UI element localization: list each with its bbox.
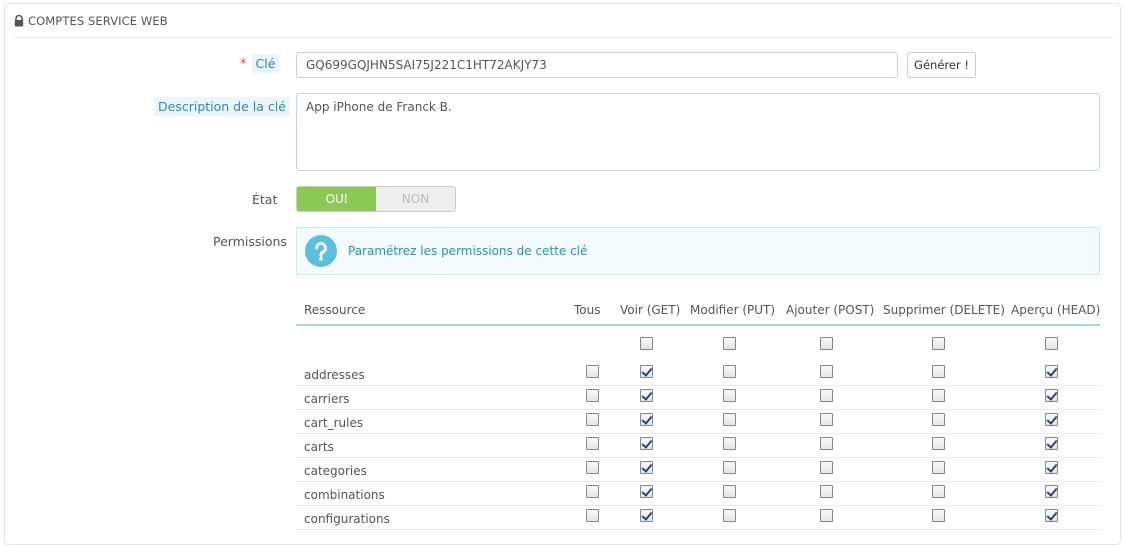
permission-delete-checkbox[interactable]: [932, 413, 945, 426]
permission-post-checkbox[interactable]: [820, 437, 833, 450]
permission-all-checkbox[interactable]: [586, 437, 599, 450]
resource-name: combinations: [304, 488, 385, 502]
permission-put-checkbox[interactable]: [723, 413, 736, 426]
permission-post-checkbox[interactable]: [820, 389, 833, 402]
permission-head-checkbox[interactable]: [1045, 461, 1058, 474]
permission-get-checkbox[interactable]: [640, 485, 653, 498]
resource-name: categories: [304, 464, 367, 478]
table-row: combinations: [296, 482, 1100, 506]
permissions-label: Permissions: [213, 234, 287, 249]
lock-icon: [14, 14, 24, 26]
col-put: Modifier (PUT): [690, 303, 776, 317]
resource-name: addresses: [304, 368, 365, 382]
permission-all-checkbox[interactable]: [586, 365, 599, 378]
permission-all-checkbox[interactable]: [586, 461, 599, 474]
state-switch[interactable]: OUI NON: [296, 186, 456, 212]
key-label-wrap: * Clé: [240, 54, 280, 73]
generate-button[interactable]: Générer !: [907, 52, 976, 78]
permission-delete-checkbox[interactable]: [932, 485, 945, 498]
key-label: Clé: [251, 54, 280, 73]
permission-post-checkbox[interactable]: [820, 365, 833, 378]
description-label-wrap: Description de la clé: [154, 97, 290, 116]
permission-post-checkbox[interactable]: [820, 461, 833, 474]
permission-delete-checkbox[interactable]: [932, 389, 945, 402]
permission-all-checkbox[interactable]: [586, 389, 599, 402]
select-all-put-checkbox[interactable]: [723, 337, 736, 350]
permission-put-checkbox[interactable]: [723, 461, 736, 474]
select-all-post-checkbox[interactable]: [820, 337, 833, 350]
permission-post-checkbox[interactable]: [820, 413, 833, 426]
description-value: App iPhone de Franck B.: [306, 100, 452, 114]
col-get: Voir (GET): [620, 303, 681, 317]
permissions-table-header: Ressource Tous Voir (GET) Modifier (PUT)…: [296, 294, 1100, 326]
permissions-help-text: Paramétrez les permissions de cette clé: [348, 244, 588, 258]
description-label: Description de la clé: [154, 97, 290, 116]
permission-delete-checkbox[interactable]: [932, 437, 945, 450]
permission-put-checkbox[interactable]: [723, 485, 736, 498]
state-on-option[interactable]: OUI: [297, 187, 376, 211]
permission-get-checkbox[interactable]: [640, 389, 653, 402]
panel-heading: COMPTES SERVICE WEB: [13, 4, 1113, 38]
col-resource: Ressource: [304, 303, 366, 317]
permission-put-checkbox[interactable]: [723, 365, 736, 378]
col-head: Aperçu (HEAD): [1011, 303, 1101, 317]
permission-get-checkbox[interactable]: [640, 365, 653, 378]
permission-get-checkbox[interactable]: [640, 413, 653, 426]
permission-head-checkbox[interactable]: [1045, 437, 1058, 450]
description-textarea[interactable]: App iPhone de Franck B.: [296, 93, 1100, 171]
table-row: categories: [296, 458, 1100, 482]
state-off-option[interactable]: NON: [376, 187, 455, 211]
resource-name: carriers: [304, 392, 350, 406]
permission-head-checkbox[interactable]: [1045, 389, 1058, 402]
permission-delete-checkbox[interactable]: [932, 509, 945, 522]
col-all: Tous: [574, 303, 601, 317]
select-all-head-checkbox[interactable]: [1045, 337, 1058, 350]
permission-post-checkbox[interactable]: [820, 509, 833, 522]
permission-head-checkbox[interactable]: [1045, 509, 1058, 522]
permissions-help-alert: Paramétrez les permissions de cette clé: [296, 227, 1100, 275]
question-icon: [305, 235, 337, 267]
permission-all-checkbox[interactable]: [586, 485, 599, 498]
col-post: Ajouter (POST): [786, 303, 875, 317]
permission-get-checkbox[interactable]: [640, 509, 653, 522]
table-row: cart_rules: [296, 410, 1100, 434]
permission-post-checkbox[interactable]: [820, 485, 833, 498]
permission-get-checkbox[interactable]: [640, 437, 653, 450]
permission-head-checkbox[interactable]: [1045, 485, 1058, 498]
state-label: État: [252, 192, 278, 207]
select-all-delete-checkbox[interactable]: [932, 337, 945, 350]
permission-put-checkbox[interactable]: [723, 389, 736, 402]
permission-get-checkbox[interactable]: [640, 461, 653, 474]
permission-put-checkbox[interactable]: [723, 437, 736, 450]
permission-delete-checkbox[interactable]: [932, 365, 945, 378]
select-all-get-checkbox[interactable]: [640, 337, 653, 350]
permission-delete-checkbox[interactable]: [932, 461, 945, 474]
permission-all-checkbox[interactable]: [586, 509, 599, 522]
required-marker: *: [240, 57, 247, 72]
table-row: carts: [296, 434, 1100, 458]
table-row: configurations: [296, 506, 1100, 530]
col-delete: Supprimer (DELETE): [883, 303, 1005, 317]
permission-all-checkbox[interactable]: [586, 413, 599, 426]
resource-name: cart_rules: [304, 416, 364, 430]
table-row: carriers: [296, 386, 1100, 410]
panel-title: COMPTES SERVICE WEB: [28, 13, 168, 28]
table-row: addresses: [296, 362, 1100, 386]
resource-name: configurations: [304, 512, 390, 526]
permission-head-checkbox[interactable]: [1045, 365, 1058, 378]
permission-head-checkbox[interactable]: [1045, 413, 1058, 426]
resource-name: carts: [304, 440, 334, 454]
key-input[interactable]: GQ699GQJHN5SAI75J221C1HT72AKJY73: [296, 52, 898, 78]
key-input-value: GQ699GQJHN5SAI75J221C1HT72AKJY73: [306, 58, 547, 72]
permission-put-checkbox[interactable]: [723, 509, 736, 522]
